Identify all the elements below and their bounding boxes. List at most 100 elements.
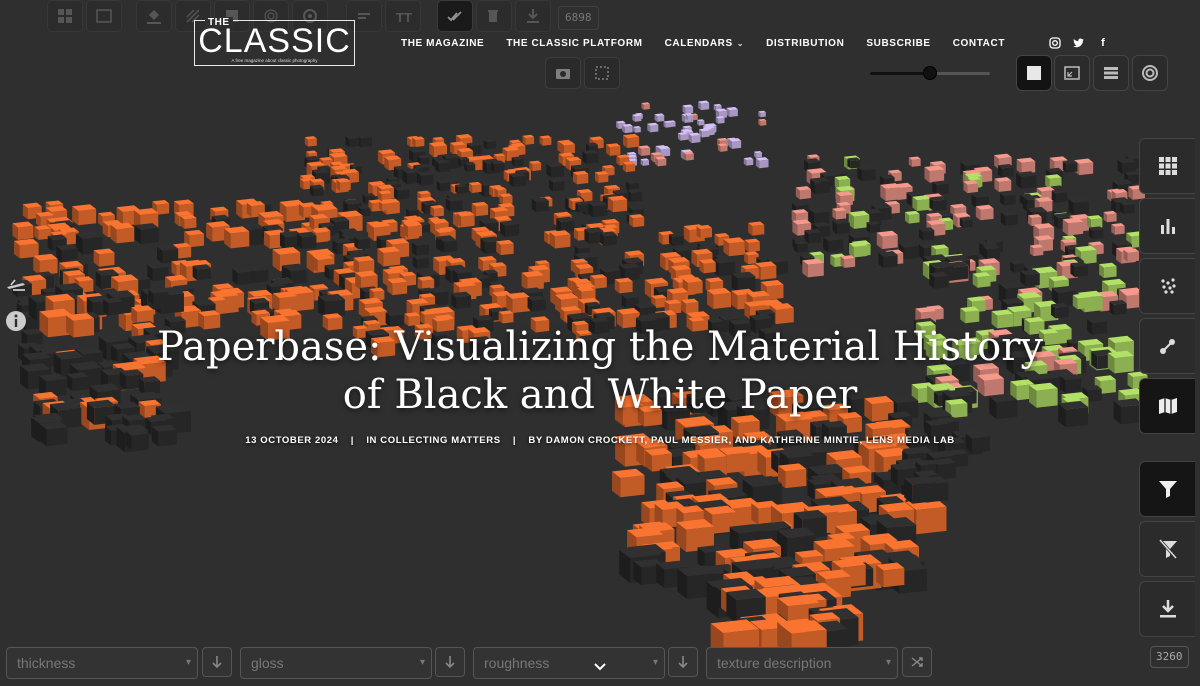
scroll-down-chevron-icon[interactable] (592, 660, 608, 674)
paper-sample-cube[interactable] (471, 201, 489, 217)
paper-sample-cube[interactable] (728, 138, 742, 149)
paper-sample-cube[interactable] (417, 171, 434, 186)
paper-sample-cube[interactable] (66, 312, 95, 338)
paper-sample-cube[interactable] (582, 149, 599, 164)
twitter-icon[interactable] (1073, 37, 1085, 49)
paper-sample-cube[interactable] (575, 201, 589, 213)
sort-select-3[interactable]: roughness ▾ (473, 647, 665, 679)
paper-sample-cube[interactable] (832, 207, 847, 220)
paper-sample-cube[interactable] (755, 157, 769, 169)
paper-sample-cube[interactable] (1000, 210, 1018, 226)
grid-icon[interactable] (1139, 138, 1195, 194)
paper-sample-cube[interactable] (13, 238, 37, 259)
paper-sample-cube[interactable] (866, 221, 880, 233)
paper-sample-cube[interactable] (810, 177, 830, 195)
paper-sample-cube[interactable] (731, 271, 756, 293)
paper-sample-cube[interactable] (134, 223, 159, 245)
paper-sample-cube[interactable] (626, 188, 643, 202)
paper-sample-cube[interactable] (1016, 157, 1036, 174)
download-icon[interactable] (1139, 581, 1195, 637)
text-size-icon[interactable]: TT (385, 0, 421, 32)
paper-sample-cube[interactable] (430, 205, 444, 217)
paper-sample-cube[interactable] (588, 201, 608, 218)
paper-sample-cube[interactable] (677, 132, 688, 141)
filter-icon[interactable] (1139, 461, 1195, 517)
paper-sample-cube[interactable] (379, 200, 391, 211)
square-view-icon[interactable] (1016, 55, 1052, 91)
paper-sample-cube[interactable] (451, 291, 472, 309)
paper-sample-cube[interactable] (1119, 201, 1135, 215)
article-category[interactable]: IN COLLECTING MATTERS (366, 435, 500, 446)
paper-sample-cube[interactable] (377, 246, 401, 267)
paper-sample-cube[interactable] (972, 272, 991, 288)
sort-direction-1-button[interactable] (202, 647, 232, 677)
paper-sample-cube[interactable] (904, 210, 920, 224)
paper-sample-cube[interactable] (439, 237, 458, 253)
paper-sample-cube[interactable] (699, 258, 716, 274)
paper-sample-cube[interactable] (959, 216, 973, 228)
paper-sample-cube[interactable] (336, 178, 351, 192)
paper-sample-cube[interactable] (412, 254, 429, 269)
paper-sample-cube[interactable] (982, 244, 1000, 260)
paper-sample-cube[interactable] (924, 165, 945, 183)
paper-sample-cube[interactable] (668, 232, 684, 247)
paper-sample-cube[interactable] (929, 271, 949, 289)
paper-sample-cube[interactable] (754, 150, 762, 158)
paper-sample-cube[interactable] (1088, 226, 1104, 240)
paper-sample-cube[interactable] (908, 156, 921, 167)
paper-sample-cube[interactable] (412, 136, 425, 147)
paper-sample-cube[interactable] (880, 183, 901, 201)
paper-sample-cube[interactable] (600, 231, 617, 246)
paper-sample-cube[interactable] (549, 178, 565, 192)
paper-sample-cube[interactable] (848, 210, 870, 229)
grid-icon[interactable] (47, 0, 83, 32)
paper-sample-cube[interactable] (522, 134, 535, 145)
paper-sample-cube[interactable] (318, 293, 345, 318)
paper-sample-cube[interactable] (963, 180, 979, 194)
paper-sample-cube[interactable] (1000, 191, 1016, 206)
paper-sample-cube[interactable] (715, 116, 725, 124)
paper-sample-cube[interactable] (511, 156, 524, 167)
paper-sample-cube[interactable] (539, 135, 552, 146)
paper-sample-cube[interactable] (638, 145, 651, 156)
paper-sample-cube[interactable] (998, 163, 1014, 178)
paper-sample-cube[interactable] (1072, 293, 1091, 310)
paper-sample-cube[interactable] (876, 562, 905, 588)
paper-sample-cube[interactable] (699, 128, 710, 138)
paper-sample-cube[interactable] (723, 237, 746, 257)
target-view-icon[interactable] (1132, 55, 1168, 91)
paper-sample-cube[interactable] (12, 221, 34, 240)
paper-sample-cube[interactable] (1020, 269, 1040, 287)
site-logo[interactable]: THE CLASSIC A free magazine about classi… (194, 17, 355, 66)
paper-sample-cube[interactable] (103, 297, 124, 316)
paper-sample-cube[interactable] (445, 196, 463, 212)
paper-sample-cube[interactable] (435, 159, 451, 173)
paper-sample-cube[interactable] (748, 221, 765, 236)
paper-sample-cube[interactable] (412, 241, 429, 256)
paper-sample-cube[interactable] (994, 177, 1012, 192)
paper-sample-cube[interactable] (506, 292, 530, 314)
paper-sample-cube[interactable] (232, 266, 254, 286)
paper-sample-cube[interactable] (608, 195, 628, 213)
paper-sample-cube[interactable] (743, 157, 754, 166)
paper-sample-cube[interactable] (622, 123, 633, 134)
paper-sample-cube[interactable] (929, 196, 947, 212)
paper-sample-cube[interactable] (468, 181, 482, 193)
zoom-slider[interactable] (870, 66, 990, 80)
paper-sample-cube[interactable] (499, 193, 513, 205)
paper-sample-cube[interactable] (436, 179, 450, 192)
paper-sample-cube[interactable] (1070, 261, 1088, 278)
plane-icon[interactable] (5, 274, 27, 296)
paper-sample-cube[interactable] (66, 372, 89, 392)
paper-sample-cube[interactable] (93, 248, 115, 267)
paper-sample-cube[interactable] (572, 170, 589, 185)
paper-sample-cube[interactable] (641, 102, 650, 110)
instagram-icon[interactable] (1049, 37, 1061, 49)
paper-sample-cube[interactable] (744, 238, 760, 253)
paper-sample-cube[interactable] (1062, 217, 1084, 236)
paper-sample-cube[interactable] (663, 120, 672, 128)
sort-select-1[interactable]: thickness ▾ (6, 647, 198, 679)
paper-sample-cube[interactable] (655, 156, 667, 167)
paper-sample-cube[interactable] (758, 110, 766, 118)
paper-sample-cube[interactable] (876, 230, 898, 250)
